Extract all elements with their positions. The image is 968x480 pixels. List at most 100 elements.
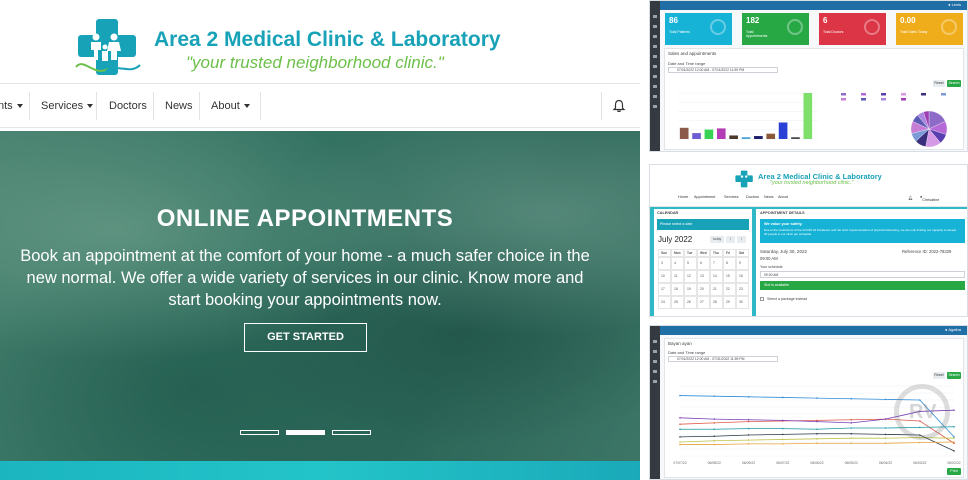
bell-icon[interactable]: 🔔︎ [908, 195, 913, 200]
hero-carousel: ONLINE APPOINTMENTS Book an appointment … [0, 131, 640, 461]
calendar-day[interactable]: 24 [658, 296, 671, 309]
calendar-day[interactable]: 26 [684, 296, 697, 309]
data-point [850, 422, 853, 424]
user-menu[interactable]: ● Chrisatine [920, 195, 939, 202]
nav-label: Doctors [109, 100, 147, 112]
notice-text: Due to the restrictions of the COVID-19 … [764, 228, 957, 236]
nav-about[interactable]: About [211, 84, 250, 128]
data-point [713, 439, 716, 442]
calendar-day[interactable]: 4 [671, 257, 684, 270]
search-button[interactable]: Search [947, 80, 961, 87]
calendar-day[interactable]: 14 [710, 270, 723, 283]
nav-news[interactable]: News [165, 84, 193, 128]
next-month-button[interactable]: › [737, 236, 746, 243]
data-point [816, 397, 818, 399]
today-button[interactable]: today [710, 236, 724, 243]
data-point [747, 418, 750, 421]
calendar-day[interactable]: 25 [671, 296, 684, 309]
bell-icon[interactable] [612, 99, 626, 113]
calendar-day[interactable]: 3 [658, 257, 671, 270]
calendar-day[interactable]: 10 [658, 270, 671, 283]
bar [754, 136, 763, 139]
calendar-day[interactable]: 29 [723, 296, 736, 309]
nav-divider [199, 92, 200, 120]
nav-doctors[interactable]: Doctors [746, 195, 759, 199]
print-button[interactable]: Print [947, 468, 961, 475]
hero-title: ONLINE APPOINTMENTS [156, 205, 454, 232]
calendar-day[interactable]: 6 [697, 257, 710, 270]
calendar-day[interactable]: 30 [736, 296, 749, 309]
calendar-day[interactable]: 12 [684, 270, 697, 283]
family-cross-logo-icon [735, 170, 753, 188]
package-label: Select a package instead [767, 297, 808, 301]
calendar-day[interactable]: 20 [697, 283, 710, 296]
schedule-select[interactable]: 09:00 AM [760, 271, 965, 278]
calendar-day[interactable]: 16 [736, 270, 749, 283]
calendar-day[interactable]: 15 [723, 270, 736, 283]
nav-services[interactable]: Services [41, 84, 94, 128]
calendar-day[interactable]: 11 [671, 270, 684, 283]
prev-month-button[interactable]: ‹ [726, 236, 735, 243]
nav-doctors[interactable]: Doctors [109, 84, 147, 128]
nav-services[interactable]: Services [724, 195, 739, 199]
nav-appointments[interactable]: nts [0, 84, 23, 128]
admin-sidebar [650, 326, 660, 479]
calendar-day[interactable]: 22 [723, 283, 736, 296]
legend-swatch [881, 98, 886, 101]
x-tick-label: 06/04/22 [879, 461, 892, 465]
search-button[interactable]: Search [947, 372, 961, 379]
calendar-day[interactable]: 21 [710, 283, 723, 296]
stethoscope-icon [787, 19, 803, 35]
weekday-header: Fri [723, 249, 736, 257]
calendar-day[interactable]: 5 [684, 257, 697, 270]
data-point [781, 438, 784, 441]
get-started-button[interactable]: GET STARTED [244, 323, 367, 352]
calendar-day[interactable]: 9 [736, 257, 749, 270]
calendar-day[interactable]: 28 [710, 296, 723, 309]
report-page-preview: ● Agatha Bayan ayan Date and Time range … [649, 325, 968, 480]
admin-topbar: ● Lexis [660, 1, 967, 10]
nav-label: News [165, 100, 193, 112]
screenshot-collage: Area 2 Medical Clinic & Laboratory "your… [0, 0, 968, 480]
stat-label: Total Doctors [823, 30, 844, 34]
carousel-indicator-2[interactable] [286, 430, 325, 435]
reset-button[interactable]: Reset [933, 80, 945, 87]
calendar-day[interactable]: 17 [658, 283, 671, 296]
calendar-day[interactable]: 13 [697, 270, 710, 283]
hero-text: Book an appointment at the comfort of yo… [20, 247, 590, 309]
nav-divider [153, 92, 154, 120]
package-checkbox[interactable] [760, 297, 764, 301]
bar [778, 122, 788, 139]
nav-news[interactable]: News [764, 195, 774, 199]
stat-card-appointments: 182 Total Appointments [742, 13, 809, 45]
data-point [781, 419, 784, 422]
calendar-day[interactable]: 23 [736, 283, 749, 296]
schedule-value: 09:00 AM [764, 273, 779, 277]
date-range-input[interactable]: 07/01/2022 12:00 AM - 07/11/2022 11:59 P… [668, 67, 778, 73]
money-icon [941, 19, 957, 35]
calendar-day[interactable]: 7 [710, 257, 723, 270]
calendar-card: CALENDAR Please select a date July 2022 … [654, 209, 752, 316]
admin-user: ● Agatha [945, 327, 961, 332]
nav-appointment[interactable]: Appointment [694, 195, 715, 199]
data-point [816, 420, 818, 423]
data-point [679, 428, 681, 431]
x-tick-label: 06/02/22 [947, 461, 960, 465]
carousel-indicator-3[interactable] [332, 430, 371, 435]
calendar-day[interactable]: 18 [671, 283, 684, 296]
data-point [850, 397, 853, 400]
carousel-indicator-1[interactable] [240, 430, 279, 435]
data-point [747, 439, 750, 441]
calendar-day[interactable]: 19 [684, 283, 697, 296]
bar [692, 133, 701, 139]
calendar-day[interactable]: 27 [697, 296, 710, 309]
site-logo[interactable]: Area 2 Medical Clinic & Laboratory "your… [74, 17, 574, 77]
reset-button[interactable]: Reset [933, 372, 945, 379]
data-point [713, 443, 716, 446]
calendar-day[interactable]: 8 [723, 257, 736, 270]
date-range-input[interactable]: 07/01/2022 12:00 AM - 07/31/2022 11:59 P… [668, 356, 778, 362]
stat-label: Total Patients [669, 30, 691, 34]
nav-home[interactable]: Home [678, 195, 688, 199]
section-footer-strip [0, 461, 640, 480]
nav-about[interactable]: About [778, 195, 788, 199]
